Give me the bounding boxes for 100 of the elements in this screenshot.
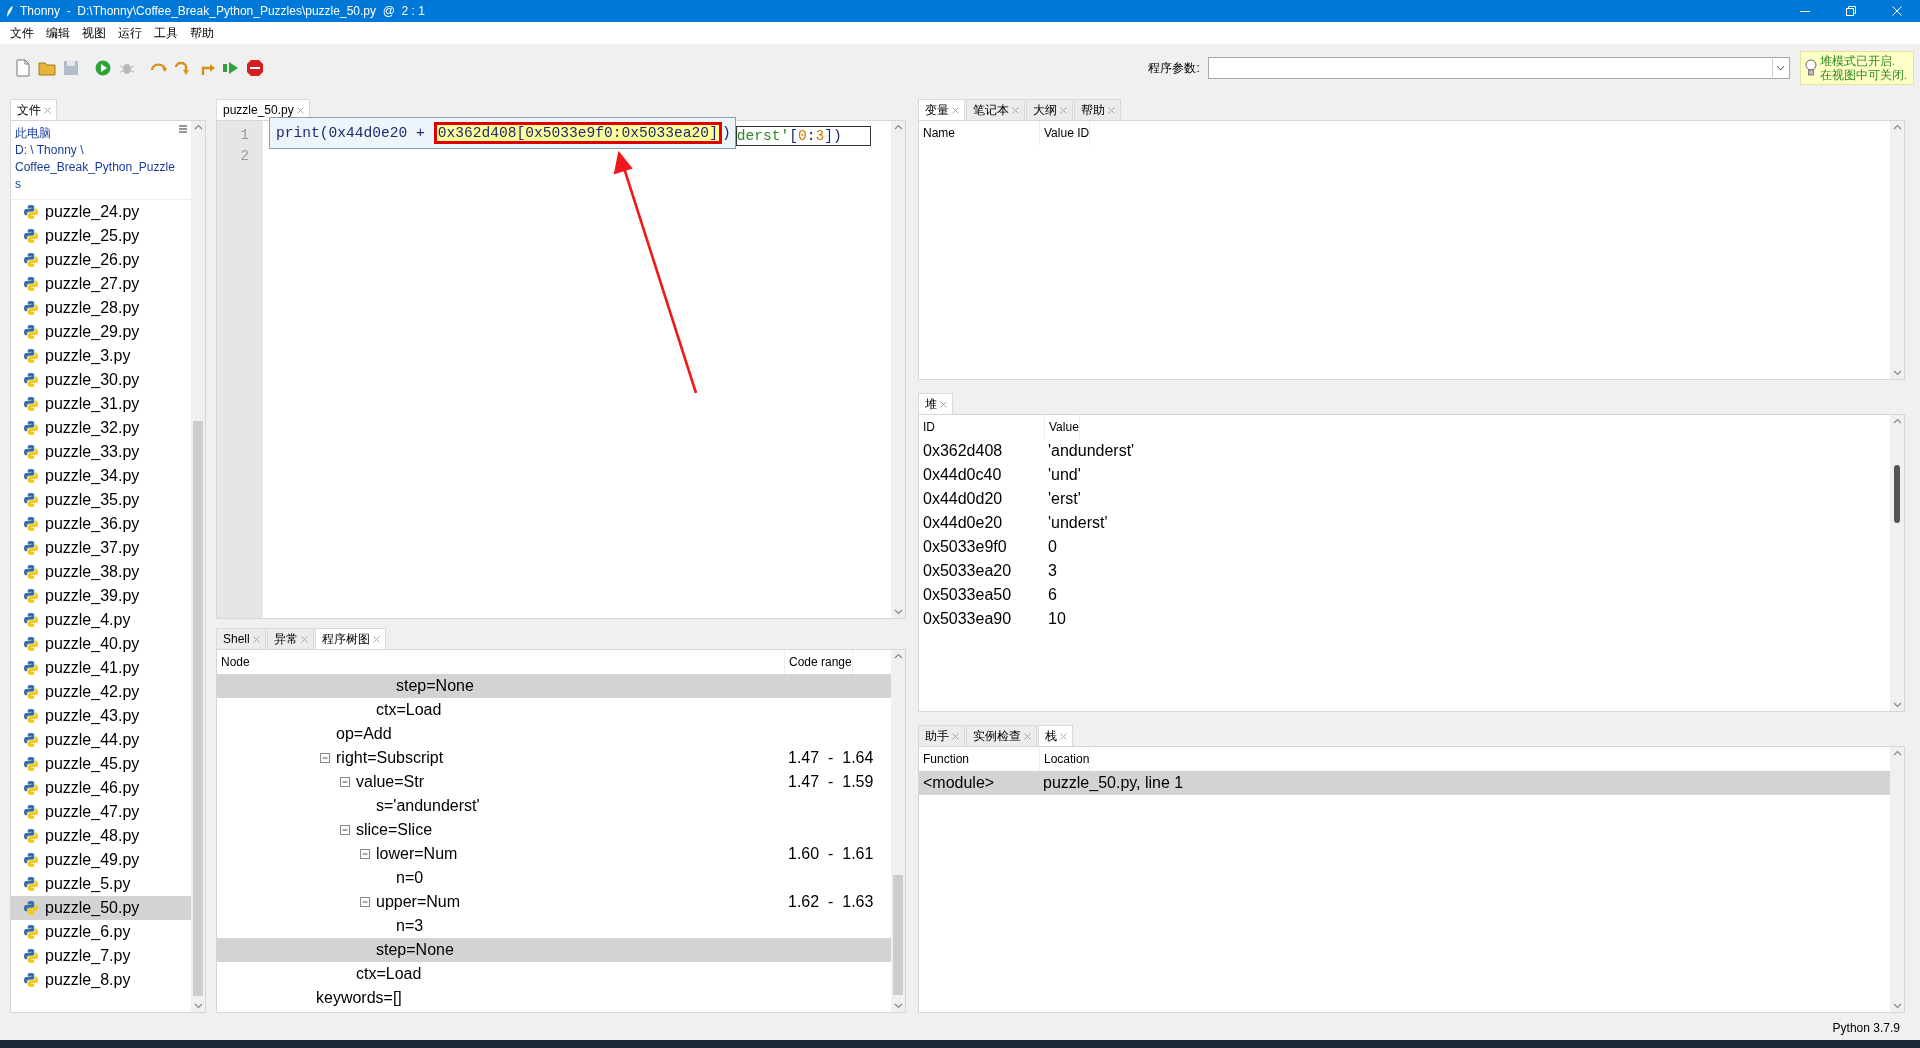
scroll-down-icon[interactable] [1892,702,1902,708]
scrollbar-thumb[interactable] [893,875,903,995]
collapse-icon[interactable] [320,753,330,763]
file-item[interactable]: puzzle_40.py [11,632,191,656]
file-item[interactable]: puzzle_46.py [11,776,191,800]
file-item[interactable]: puzzle_27.py [11,272,191,296]
column-header[interactable]: Value ID [1040,121,1091,145]
scrollbar[interactable] [891,650,905,1012]
scroll-up-icon[interactable] [1892,750,1902,756]
close-icon[interactable] [252,635,260,643]
file-item[interactable]: puzzle_6.py [11,920,191,944]
tree-row[interactable]: slice=Slice [217,818,891,842]
file-item[interactable]: puzzle_26.py [11,248,191,272]
tree-row[interactable]: lower=Num 1.60 - 1.61 [217,842,891,866]
column-header[interactable]: ID [919,415,1045,439]
stack-row[interactable]: <module> puzzle_50.py, line 1 [919,771,1890,795]
menu-item[interactable]: 工具 [148,24,184,42]
file-item[interactable]: puzzle_41.py [11,656,191,680]
close-icon[interactable] [300,635,308,643]
path-text[interactable]: Coffee_Break_Python_Puzzle [15,159,187,176]
tree-row[interactable]: op=Add [217,722,891,746]
scroll-up-icon[interactable] [893,653,903,659]
heap-row[interactable]: 0x5033e9f0 0 [919,535,1890,559]
file-item[interactable]: puzzle_47.py [11,800,191,824]
close-icon[interactable] [940,400,947,408]
file-item[interactable]: puzzle_48.py [11,824,191,848]
heap-row[interactable]: 0x5033ea20 3 [919,559,1890,583]
tree-row[interactable]: step=None [217,674,891,698]
file-item[interactable]: puzzle_44.py [11,728,191,752]
collapse-icon[interactable] [340,825,350,835]
scroll-down-icon[interactable] [193,1003,203,1009]
minimize-icon[interactable] [1800,10,1810,12]
new-file-icon[interactable] [13,58,33,78]
tree-row[interactable]: n=0 [217,866,891,890]
file-item[interactable]: puzzle_3.py [11,344,191,368]
restore-icon[interactable] [1846,6,1856,16]
file-item[interactable]: puzzle_43.py [11,704,191,728]
file-item[interactable]: puzzle_24.py [11,200,191,224]
tab[interactable]: 笔记本 [966,99,1025,120]
menu-item[interactable]: 帮助 [184,24,220,42]
scroll-down-icon[interactable] [1892,370,1902,376]
file-item[interactable]: puzzle_36.py [11,512,191,536]
tree-row[interactable]: value=Str 1.47 - 1.59 [217,770,891,794]
collapse-icon[interactable] [340,777,350,787]
file-item[interactable]: puzzle_33.py [11,440,191,464]
file-item[interactable]: puzzle_29.py [11,320,191,344]
file-item[interactable]: puzzle_31.py [11,392,191,416]
path-text[interactable]: D: \ Thonny \ [15,142,187,159]
stop-icon[interactable] [245,58,265,78]
run-icon[interactable] [93,58,113,78]
scrollbar[interactable] [1890,415,1904,711]
scroll-down-icon[interactable] [893,1003,903,1009]
heap-row[interactable]: 0x5033ea50 6 [919,583,1890,607]
caret-icon[interactable] [1776,65,1786,71]
scrollbar[interactable] [191,121,205,1012]
scroll-up-icon[interactable] [1892,124,1902,130]
close-icon[interactable] [1108,106,1115,114]
close-icon[interactable] [44,106,51,114]
heap-row[interactable]: 0x5033ea90 10 [919,607,1890,631]
tab[interactable]: Shell [216,628,266,649]
scroll-up-icon[interactable] [193,124,203,130]
arguments-field[interactable] [1207,57,1790,79]
file-item[interactable]: puzzle_49.py [11,848,191,872]
close-icon[interactable] [372,635,380,643]
scroll-down-icon[interactable] [893,609,903,615]
menu-item[interactable]: 编辑 [40,24,76,42]
file-item[interactable]: puzzle_45.py [11,752,191,776]
tree-row[interactable]: n=3 [217,914,891,938]
file-item[interactable]: puzzle_28.py [11,296,191,320]
file-item[interactable]: puzzle_7.py [11,944,191,968]
column-header[interactable]: Value [1045,415,1080,439]
close-icon[interactable] [952,106,959,114]
tab[interactable]: 栈 [1038,725,1073,746]
column-header[interactable]: Name [919,121,1040,145]
scrollbar-thumb[interactable] [1894,465,1900,523]
file-item[interactable]: puzzle_8.py [11,968,191,992]
file-item[interactable]: puzzle_32.py [11,416,191,440]
file-item[interactable]: puzzle_50.py [11,896,191,920]
scrollbar[interactable] [1890,747,1904,1012]
heap-row[interactable]: 0x44d0c40 'und' [919,463,1890,487]
close-icon[interactable] [1060,732,1067,740]
collapse-icon[interactable] [360,849,370,859]
tree-row[interactable]: step=None [217,938,891,962]
file-item[interactable]: puzzle_39.py [11,584,191,608]
tab[interactable]: 异常 [266,628,314,649]
path-text[interactable]: 此电脑 [15,125,187,142]
tab[interactable]: 文件 [10,99,57,120]
collapse-icon[interactable] [360,897,370,907]
tree-row[interactable]: keywords=[] [217,986,891,1010]
tree-row[interactable]: right=Subscript 1.47 - 1.64 [217,746,891,770]
menu-icon[interactable] [179,125,187,133]
file-item[interactable]: puzzle_30.py [11,368,191,392]
tab[interactable]: 程序树图 [314,628,386,649]
tab[interactable]: puzzle_50.py [216,99,310,120]
file-item[interactable]: puzzle_42.py [11,680,191,704]
scroll-up-icon[interactable] [893,124,903,130]
file-item[interactable]: puzzle_37.py [11,536,191,560]
tab[interactable]: 大纲 [1026,99,1073,120]
tree-row[interactable]: ctx=Load [217,698,891,722]
heap-row[interactable]: 0x362d408 'andunderst' [919,439,1890,463]
